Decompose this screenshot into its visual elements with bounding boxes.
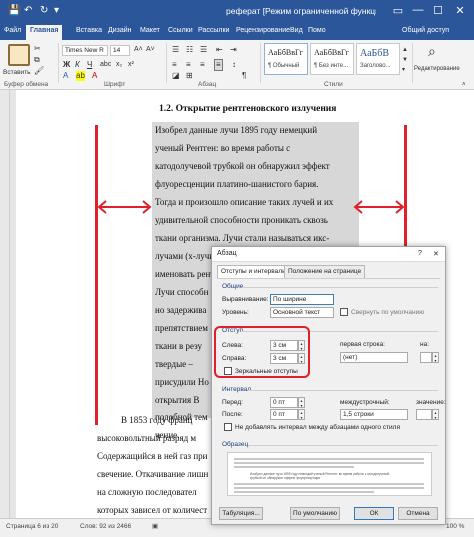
spacing-after-field[interactable]: 0 пт	[270, 409, 298, 420]
word-count[interactable]: Слов: 92 из 2466	[80, 523, 131, 530]
level-select[interactable]: Основной текст	[270, 307, 334, 318]
tabs-button[interactable]: Табуляция...	[219, 507, 263, 520]
ok-button[interactable]: ОК	[354, 507, 394, 520]
preview-text: Изобрел данные лучи 1895 году немецкий у…	[250, 472, 390, 480]
paragraph-preview: Изобрел данные лучи 1895 году немецкий у…	[227, 452, 432, 496]
spacing-before-spinner[interactable]: ▴ ▾	[298, 397, 305, 408]
dialog-titlebar: Абзац ? ✕	[212, 247, 445, 262]
line-spacing-select[interactable]: 1,5 строки	[340, 409, 408, 420]
spacing-header: Интервал	[222, 386, 252, 393]
first-line-by-label: на:	[420, 341, 430, 348]
collapse-checkbox[interactable]	[340, 308, 348, 316]
zoom-level[interactable]: 100 %	[446, 523, 464, 530]
proofing-icon[interactable]: ▣	[152, 522, 158, 530]
spacing-before-field[interactable]: 0 пт	[270, 397, 298, 408]
set-default-button[interactable]: По умолчанию	[290, 507, 340, 520]
tab-indents-spacing[interactable]: Отступы и интервалы	[217, 265, 291, 278]
cancel-button[interactable]: Отмена	[398, 507, 438, 520]
no-space-same-style-label: Не добавлять интервал между абзацами одн…	[235, 424, 400, 431]
spacing-after-label: После:	[222, 411, 243, 418]
spacing-after-spinner[interactable]: ▴ ▾	[298, 409, 305, 420]
general-header: Общие	[222, 283, 244, 290]
spacing-at-field[interactable]	[416, 409, 432, 420]
no-space-same-style-checkbox[interactable]	[224, 423, 232, 431]
collapse-label: Свернуть по умолчанию	[351, 309, 425, 316]
line-spacing-label: междустрочный:	[340, 399, 390, 406]
page-counter[interactable]: Страница 6 из 20	[6, 523, 58, 530]
level-label: Уровень:	[222, 309, 249, 316]
spacing-before-label: Перед:	[222, 399, 243, 406]
spacing-at-spinner[interactable]: ▴ ▾	[432, 409, 439, 420]
first-line-label: первая строка:	[340, 341, 385, 348]
dialog-title: Абзац	[217, 250, 237, 257]
first-line-by-spinner[interactable]: ▴ ▾	[432, 352, 439, 363]
alignment-label: Выравнивание:	[222, 296, 269, 303]
dialog-close-icon[interactable]: ✕	[433, 250, 439, 258]
sample-header: Образец	[222, 441, 249, 448]
spacing-at-label: значение:	[416, 399, 446, 406]
tab-line-page-breaks[interactable]: Положение на странице	[284, 265, 366, 278]
alignment-select[interactable]: По ширине	[270, 294, 334, 305]
first-line-by-field[interactable]	[420, 352, 432, 363]
first-line-select[interactable]: (нет)	[340, 352, 408, 363]
paragraph-dialog: Абзац ? ✕ Отступы и интервалы Положение …	[211, 246, 446, 525]
help-icon[interactable]: ?	[418, 250, 422, 257]
